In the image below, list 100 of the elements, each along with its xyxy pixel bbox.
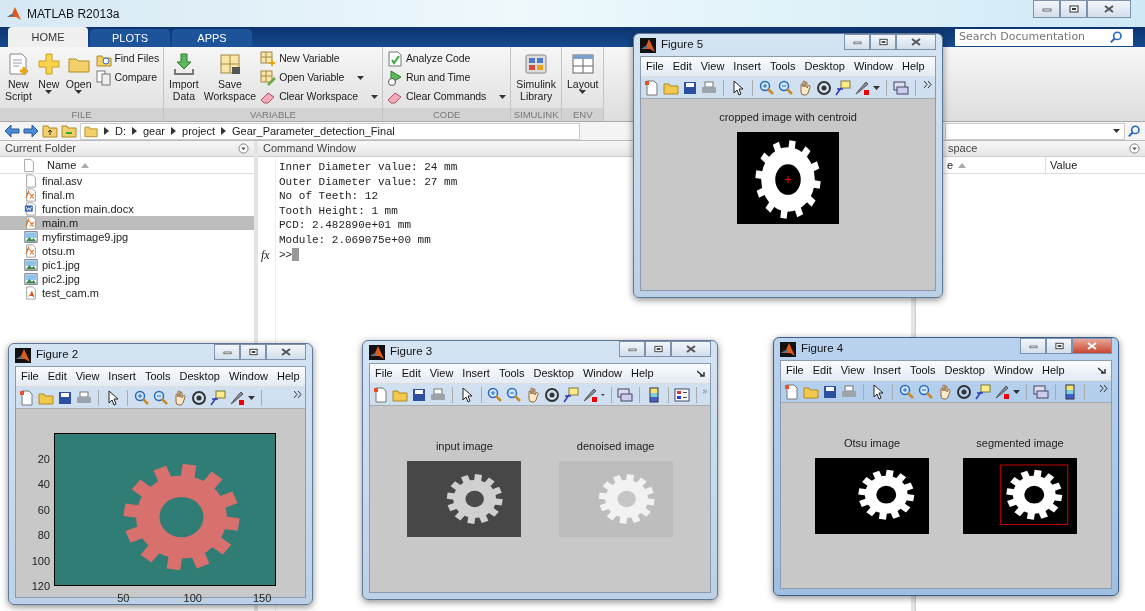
maximize-button[interactable] [240, 344, 266, 360]
menu-item[interactable]: View [429, 365, 454, 382]
ribbon-button[interactable]: Import Data [167, 50, 201, 104]
ribbon-button[interactable]: New Script [3, 50, 34, 104]
menu-item[interactable]: Help [277, 368, 300, 385]
search-field[interactable]: Search Documentation [955, 28, 1133, 46]
path-segment[interactable]: project [182, 122, 216, 140]
toolbar-button[interactable] [563, 386, 580, 403]
toolbar-button[interactable] [411, 386, 427, 403]
path-segment[interactable]: D: [115, 122, 126, 140]
menu-item[interactable]: Help [631, 365, 654, 382]
menu-item[interactable]: View [840, 362, 865, 379]
toolbar-button[interactable] [682, 79, 698, 96]
menu-item[interactable]: File [21, 368, 39, 385]
ribbon-button[interactable]: Layout [564, 50, 601, 96]
toolbar-overflow-icon [294, 391, 302, 398]
column-header[interactable]: e [947, 156, 954, 174]
maximize-button[interactable] [870, 34, 896, 50]
menu-item[interactable]: Desktop [179, 368, 220, 385]
menu-item[interactable]: Insert [108, 368, 136, 385]
ribbon-button[interactable]: Open [63, 50, 94, 96]
maximize-button[interactable] [1046, 338, 1072, 354]
menu-item[interactable]: Edit [401, 365, 421, 382]
ribbon-tab[interactable]: PLOTS [90, 29, 170, 47]
path-segment[interactable]: Gear_Parameter_detection_Final [232, 122, 395, 140]
menu-item[interactable]: Edit [47, 368, 67, 385]
ribbon-button[interactable]: Run and Time [385, 69, 508, 87]
toolbar-button[interactable] [730, 79, 746, 96]
menu-item[interactable]: Tools [144, 368, 171, 385]
ribbon-button[interactable]: Open Variable [259, 69, 379, 87]
file-row[interactable]: function main.docx [0, 202, 254, 216]
ribbon-button[interactable]: Clear Commands [385, 88, 508, 106]
save-icon [411, 386, 427, 403]
menu-item[interactable]: File [375, 365, 393, 382]
toolbar-button[interactable] [210, 389, 226, 406]
toolbar-button[interactable] [105, 389, 121, 406]
maximize-button[interactable] [645, 341, 671, 357]
menu-item[interactable]: File [786, 362, 804, 379]
menu-item[interactable]: Window [993, 362, 1034, 379]
menu-item[interactable]: Edit [812, 362, 832, 379]
file-row[interactable]: myfirstimage9.jpg [0, 230, 254, 244]
file-row[interactable]: pic2.jpg [0, 272, 254, 286]
close-button[interactable] [1072, 338, 1112, 354]
toolbar-button[interactable] [674, 386, 691, 403]
close-button[interactable] [1087, 0, 1131, 18]
menu-item[interactable]: Tools [498, 365, 525, 382]
ribbon-button[interactable]: New Variable [259, 50, 379, 68]
toolbar-button[interactable] [1062, 383, 1078, 400]
toolbar-button[interactable] [975, 383, 991, 400]
path-segment[interactable]: gear [143, 122, 166, 140]
menu-item[interactable]: Desktop [533, 365, 574, 382]
menu-item[interactable]: Insert [873, 362, 901, 379]
zoom-out-icon [778, 79, 794, 96]
ribbon-button[interactable]: Save Workspace [201, 50, 259, 104]
menu-item[interactable]: Insert [462, 365, 490, 382]
menu-item[interactable]: Tools [769, 58, 796, 75]
close-button[interactable] [896, 34, 936, 50]
toolbar-overflow-icon [1100, 385, 1108, 392]
ribbon-button[interactable]: Compare [94, 69, 161, 87]
menu-item[interactable]: Edit [672, 58, 692, 75]
menu-item[interactable]: File [646, 58, 664, 75]
ribbon-tab[interactable]: HOME [8, 27, 88, 47]
ribbon-button[interactable]: Find Files [94, 50, 161, 68]
address-bar[interactable]: D: gear project Gear_Parameter_detection_Final [80, 122, 580, 140]
minimize-button[interactable] [1033, 0, 1060, 18]
toolbar-button[interactable] [835, 79, 851, 96]
menu-item[interactable]: Tools [909, 362, 936, 379]
column-header[interactable]: Value [1045, 156, 1145, 174]
menu-item[interactable]: Help [902, 58, 925, 75]
ribbon-button[interactable]: New [34, 50, 63, 96]
file-row[interactable]: test_cam.m [0, 286, 254, 300]
menu-item[interactable]: View [75, 368, 100, 385]
ribbon-button[interactable]: Analyze Code [385, 50, 508, 68]
ribbon-tab[interactable]: APPS [172, 29, 252, 47]
menu-item[interactable]: Desktop [944, 362, 985, 379]
group-label: SIMULINK [511, 108, 561, 121]
ribbon-button[interactable]: Simulink Library [514, 50, 558, 104]
menu-item[interactable]: Window [853, 58, 894, 75]
file-row[interactable]: pic1.jpg [0, 258, 254, 272]
menu-item[interactable]: Insert [733, 58, 761, 75]
menu-item[interactable]: Window [582, 365, 623, 382]
panel-menu-icon [1129, 143, 1140, 154]
file-row[interactable]: otsu.m [0, 244, 254, 258]
toolbar-button[interactable] [822, 383, 838, 400]
file-row[interactable]: final.m [0, 188, 254, 202]
maximize-button[interactable] [1060, 0, 1087, 18]
menu-item[interactable]: View [700, 58, 725, 75]
column-header[interactable]: Name [47, 156, 77, 174]
file-row[interactable]: main.m [0, 216, 254, 230]
axis-tick-label: 120 [31, 578, 50, 594]
function-browser-button[interactable]: fx [258, 246, 275, 264]
toolbar-button[interactable] [57, 389, 73, 406]
close-button[interactable] [266, 344, 306, 360]
toolbar-button[interactable] [870, 383, 886, 400]
ribbon-button[interactable]: Clear Workspace [259, 88, 379, 106]
menu-item[interactable]: Window [228, 368, 269, 385]
menu-item[interactable]: Desktop [804, 58, 845, 75]
close-button[interactable] [671, 341, 711, 357]
file-row[interactable]: final.asv [0, 174, 254, 188]
menu-item[interactable]: Help [1042, 362, 1065, 379]
